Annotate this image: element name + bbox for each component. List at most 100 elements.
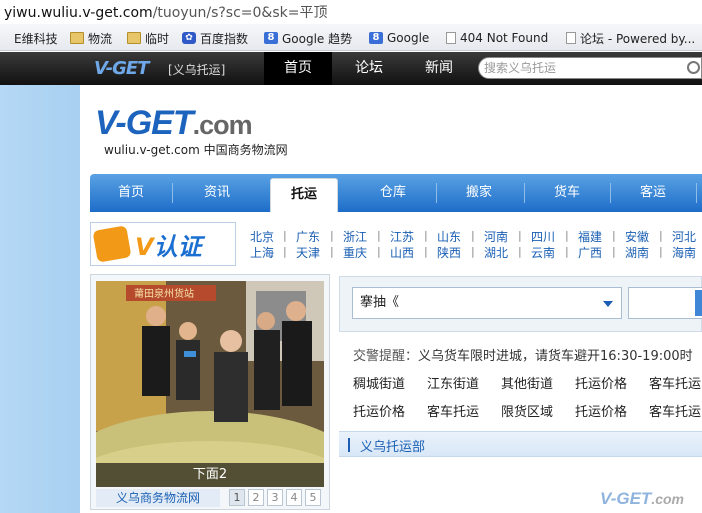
- nav-item-warehouse[interactable]: 仓库: [352, 174, 434, 212]
- google-icon: 8: [369, 32, 383, 44]
- page-button-3[interactable]: 3: [267, 489, 283, 506]
- keyword-link[interactable]: 托运价格: [575, 401, 627, 420]
- city-link[interactable]: 江苏: [390, 228, 414, 245]
- city-link[interactable]: 福建: [578, 228, 602, 245]
- page-button-1[interactable]: 1: [229, 489, 245, 506]
- bookmark-item[interactable]: E维科技: [4, 29, 58, 47]
- nav-divider: [172, 183, 173, 203]
- keyword-link[interactable]: 客车托运: [427, 401, 479, 420]
- city-link[interactable]: 北京: [250, 228, 274, 245]
- city-link[interactable]: 湖北: [484, 244, 508, 261]
- topnav-item-news[interactable]: 新闻: [410, 52, 468, 85]
- folder-icon: [127, 32, 141, 44]
- city-link[interactable]: 天津: [296, 244, 320, 261]
- city-link[interactable]: 广西: [578, 244, 602, 261]
- bookmark-label: 404 Not Found: [460, 31, 549, 45]
- logo-tagline: 中国商务物流网: [203, 143, 288, 157]
- v-certification-label: V认证: [135, 227, 202, 262]
- nav-item-trucks[interactable]: 货车: [526, 174, 608, 212]
- keyword-link[interactable]: 托运价格: [575, 373, 627, 392]
- logo-domain-text: wuliu.v-get.com: [104, 143, 200, 157]
- city-link[interactable]: 安徽: [625, 228, 649, 245]
- bookmark-item[interactable]: 404 Not Found: [446, 29, 548, 47]
- city-separator: |: [283, 245, 287, 258]
- city-link[interactable]: 上海: [250, 244, 274, 261]
- search-keyword-input[interactable]: [628, 287, 702, 319]
- keyword-link[interactable]: 稠城街道: [353, 373, 405, 392]
- city-link[interactable]: 广东: [296, 228, 320, 245]
- region-select-value: 搴抽《: [360, 295, 400, 310]
- bookmark-folder[interactable]: 临时: [127, 29, 169, 47]
- page-icon: [4, 32, 10, 44]
- search-placeholder: 搜索义乌托运: [484, 61, 557, 75]
- city-link[interactable]: 河北: [672, 228, 696, 245]
- city-separator: |: [330, 229, 334, 242]
- top-search-input[interactable]: 搜索义乌托运: [478, 57, 702, 79]
- topnav-item-home[interactable]: 首页: [264, 52, 332, 85]
- keyword-link[interactable]: 其他街道: [501, 373, 553, 392]
- city-link[interactable]: 山西: [390, 244, 414, 261]
- bookmark-label: 论坛 - Powered by...: [580, 31, 696, 46]
- section-header: 义乌托运部: [339, 431, 702, 457]
- site-name[interactable]: [义乌托运]: [168, 61, 225, 78]
- keyword-link[interactable]: 客车托运: [649, 401, 701, 420]
- url-host: yiwu.wuliu.v-get.com: [4, 5, 153, 21]
- city-link[interactable]: 云南: [531, 244, 555, 261]
- nav-item-passenger[interactable]: 客运: [612, 174, 694, 212]
- bookmark-item[interactable]: 8 Google 趋势: [264, 29, 352, 47]
- main-navigation: 首页 资讯 托运 仓库 搬家 货车 客运: [90, 174, 702, 212]
- city-link[interactable]: 湖南: [625, 244, 649, 261]
- baidu-paw-icon: ✿: [182, 32, 196, 44]
- top-logo[interactable]: V-GET: [94, 58, 149, 79]
- city-separator: |: [659, 229, 663, 242]
- city-link[interactable]: 重庆: [343, 244, 367, 261]
- nav-divider: [696, 183, 697, 203]
- city-link[interactable]: 河南: [484, 228, 508, 245]
- bookmark-folder[interactable]: 物流: [70, 29, 112, 47]
- v-certification-badge[interactable]: V认证: [90, 222, 236, 266]
- section-title[interactable]: 义乌托运部: [360, 436, 425, 455]
- city-link[interactable]: 四川: [531, 228, 555, 245]
- keyword-link[interactable]: 客车托运: [649, 373, 701, 392]
- bookmark-item[interactable]: 论坛 - Powered by...: [566, 29, 695, 47]
- nav-divider: [610, 183, 611, 203]
- keyword-link[interactable]: 江东街道: [427, 373, 479, 392]
- city-separator: |: [565, 245, 569, 258]
- notice-text: 义乌货车限时进城，请货车避开16:30-19:00时: [418, 349, 693, 364]
- page-button-4[interactable]: 4: [286, 489, 302, 506]
- google-icon: 8: [264, 32, 278, 44]
- keyword-link[interactable]: 托运价格: [353, 401, 405, 420]
- nav-item-home[interactable]: 首页: [90, 174, 172, 212]
- watermark-text: V-GET: [600, 489, 652, 508]
- slideshow-site-link[interactable]: 义乌商务物流网: [96, 489, 220, 507]
- nav-item-news[interactable]: 资讯: [176, 174, 258, 212]
- bookmark-label: Google 趋势: [282, 31, 353, 46]
- address-bar[interactable]: yiwu.wuliu.v-get.com/tuoyun/s?sc=0&sk=平顶: [0, 0, 702, 22]
- city-separator: |: [377, 245, 381, 258]
- bookmark-label: E维科技: [14, 31, 58, 46]
- traffic-notice: 交警提醒：义乌货车限时进城，请货车避开16:30-19:00时: [353, 345, 693, 364]
- logo-domain: .com: [192, 110, 253, 140]
- city-link[interactable]: 山东: [437, 228, 461, 245]
- site-logo[interactable]: V-GET.com: [95, 104, 253, 143]
- keyword-link[interactable]: 限货区域: [501, 401, 553, 420]
- search-button[interactable]: [695, 290, 702, 316]
- city-separator: |: [659, 245, 663, 258]
- city-link[interactable]: 海南: [672, 244, 696, 261]
- region-select[interactable]: 搴抽《: [352, 287, 622, 319]
- nav-item-shipping[interactable]: 托运: [270, 178, 338, 212]
- dropdown-arrow-icon: [603, 301, 613, 307]
- bookmark-item[interactable]: ✿ 百度指数: [182, 29, 248, 47]
- nav-item-moving[interactable]: 搬家: [438, 174, 520, 212]
- search-icon[interactable]: [687, 61, 700, 74]
- page-button-5[interactable]: 5: [305, 489, 321, 506]
- city-link[interactable]: 陕西: [437, 244, 461, 261]
- bookmark-label: 百度指数: [200, 31, 249, 46]
- topnav-item-forum[interactable]: 论坛: [340, 52, 398, 85]
- bookmark-item[interactable]: 8 Google: [369, 29, 429, 47]
- city-separator: |: [283, 229, 287, 242]
- page-button-2[interactable]: 2: [248, 489, 264, 506]
- bookmarks-bar: E维科技 物流 临时 ✿ 百度指数 8 Google 趋势 8 Google 404 …: [0, 24, 702, 51]
- city-link[interactable]: 浙江: [343, 228, 367, 245]
- slideshow-image[interactable]: 莆田泉州货站 下面2: [96, 281, 324, 487]
